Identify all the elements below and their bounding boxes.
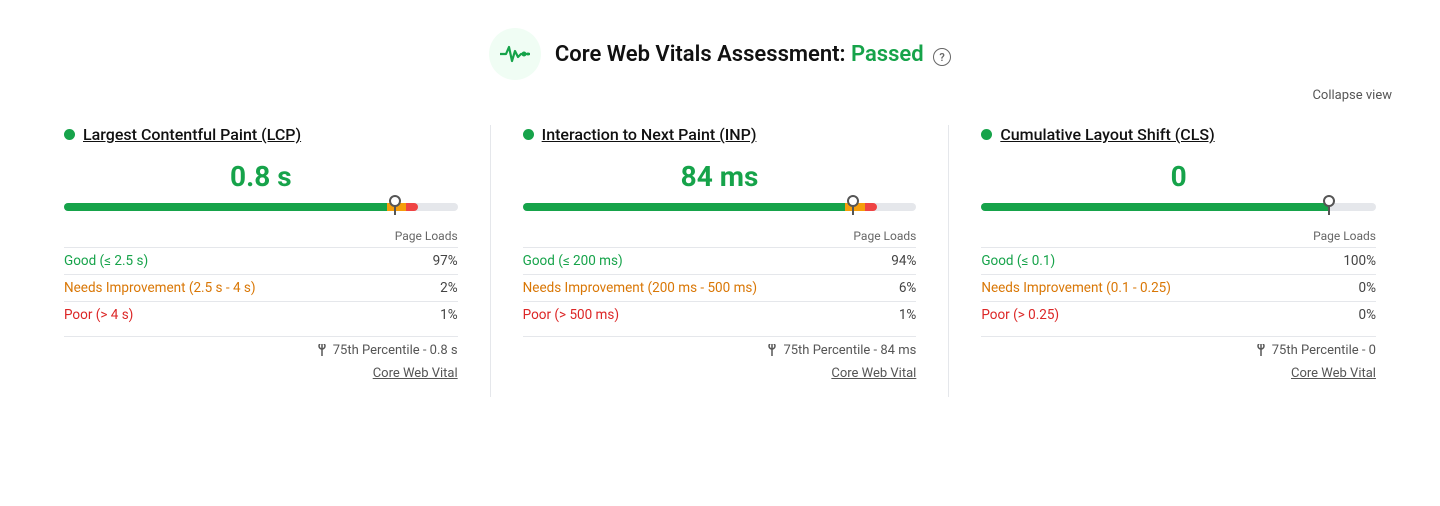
metric-name-cls[interactable]: Cumulative Layout Shift (CLS) [1000, 125, 1214, 144]
stat-label-cls-1: Needs Improvement (0.1 - 0.25) [981, 275, 1318, 302]
page-loads-label-lcp: Page Loads [64, 229, 458, 243]
percentile-marker-icon-lcp [317, 343, 329, 358]
status-dot-inp [523, 129, 534, 140]
vitals-icon [489, 28, 541, 80]
bar-green-lcp [64, 203, 387, 211]
bar-container-lcp [64, 203, 458, 221]
stat-value-inp-1: 6% [878, 275, 916, 302]
bar-track-lcp [64, 203, 458, 211]
bar-container-inp [523, 203, 917, 221]
stat-value-cls-2: 0% [1318, 302, 1376, 329]
metric-title-cls: Cumulative Layout Shift (CLS) [981, 125, 1376, 144]
bar-container-cls [981, 203, 1376, 221]
core-web-vital-link-inp[interactable]: Core Web Vital [523, 362, 917, 381]
bar-green-inp [523, 203, 846, 211]
stat-label-cls-0: Good (≤ 0.1) [981, 248, 1318, 275]
bar-green-cls [981, 203, 1328, 211]
metric-panel-inp: Interaction to Next Paint (INP) 84 ms Page… [491, 125, 950, 397]
metric-panel-cls: Cumulative Layout Shift (CLS) 0 Page Loads… [949, 125, 1408, 397]
stat-value-lcp-1: 2% [412, 275, 458, 302]
help-icon[interactable]: ? [933, 48, 951, 66]
stat-value-inp-2: 1% [878, 302, 916, 329]
stat-label-inp-0: Good (≤ 200 ms) [523, 248, 879, 275]
bar-marker-lcp [394, 199, 396, 215]
stats-table-lcp: Good (≤ 2.5 s)97%Needs Improvement (2.5 … [64, 247, 458, 328]
metric-title-lcp: Largest Contentful Paint (LCP) [64, 125, 458, 144]
table-row: Needs Improvement (2.5 s - 4 s)2% [64, 275, 458, 302]
core-web-vital-link-cls[interactable]: Core Web Vital [981, 362, 1376, 381]
header-text: Core Web Vitals Assessment: Passed ? [555, 42, 951, 67]
percentile-cls: 75th Percentile - 0 [981, 336, 1376, 362]
bar-red-inp [865, 203, 877, 211]
page-loads-label-cls: Page Loads [981, 229, 1376, 243]
table-row: Good (≤ 0.1)100% [981, 248, 1376, 275]
percentile-text-lcp: 75th Percentile - 0.8 s [333, 343, 458, 358]
table-row: Good (≤ 200 ms)94% [523, 248, 917, 275]
metric-title-inp: Interaction to Next Paint (INP) [523, 125, 917, 144]
table-row: Poor (> 4 s)1% [64, 302, 458, 329]
metric-name-lcp[interactable]: Largest Contentful Paint (LCP) [83, 125, 301, 144]
collapse-bar: Collapse view [0, 88, 1440, 115]
percentile-lcp: 75th Percentile - 0.8 s [64, 336, 458, 362]
stat-value-cls-0: 100% [1318, 248, 1376, 275]
table-row: Needs Improvement (200 ms - 500 ms)6% [523, 275, 917, 302]
stat-value-inp-0: 94% [878, 248, 916, 275]
stat-label-lcp-2: Poor (> 4 s) [64, 302, 412, 329]
bar-red-lcp [406, 203, 418, 211]
status-dot-lcp [64, 129, 75, 140]
assessment-title: Core Web Vitals Assessment: Passed ? [555, 42, 951, 67]
status-text: Passed [851, 42, 924, 67]
bar-marker-cls [1328, 199, 1330, 215]
metric-name-inp[interactable]: Interaction to Next Paint (INP) [542, 125, 757, 144]
metrics-grid: Largest Contentful Paint (LCP) 0.8 s Page … [0, 115, 1440, 417]
metric-panel-lcp: Largest Contentful Paint (LCP) 0.8 s Page … [32, 125, 491, 397]
table-row: Poor (> 500 ms)1% [523, 302, 917, 329]
metric-value-lcp: 0.8 s [64, 160, 458, 193]
bar-track-cls [981, 203, 1376, 211]
stat-label-lcp-0: Good (≤ 2.5 s) [64, 248, 412, 275]
percentile-text-inp: 75th Percentile - 84 ms [783, 343, 916, 358]
stats-table-cls: Good (≤ 0.1)100%Needs Improvement (0.1 -… [981, 247, 1376, 328]
title-text: Core Web Vitals Assessment: [555, 42, 846, 67]
stat-value-cls-1: 0% [1318, 275, 1376, 302]
core-web-vital-link-lcp[interactable]: Core Web Vital [64, 362, 458, 381]
bar-marker-inp [852, 199, 854, 215]
stat-value-lcp-0: 97% [412, 248, 458, 275]
page-loads-label-inp: Page Loads [523, 229, 917, 243]
table-row: Needs Improvement (0.1 - 0.25)0% [981, 275, 1376, 302]
percentile-marker-icon-cls [1256, 343, 1268, 358]
stat-label-inp-2: Poor (> 500 ms) [523, 302, 879, 329]
collapse-link[interactable]: Collapse view [1312, 88, 1392, 103]
metric-value-inp: 84 ms [523, 160, 917, 193]
percentile-inp: 75th Percentile - 84 ms [523, 336, 917, 362]
bar-track-inp [523, 203, 917, 211]
stat-label-cls-2: Poor (> 0.25) [981, 302, 1318, 329]
percentile-text-cls: 75th Percentile - 0 [1272, 343, 1376, 358]
stat-label-lcp-1: Needs Improvement (2.5 s - 4 s) [64, 275, 412, 302]
status-dot-cls [981, 129, 992, 140]
table-row: Good (≤ 2.5 s)97% [64, 248, 458, 275]
stat-value-lcp-2: 1% [412, 302, 458, 329]
table-row: Poor (> 0.25)0% [981, 302, 1376, 329]
stats-table-inp: Good (≤ 200 ms)94%Needs Improvement (200… [523, 247, 917, 328]
percentile-marker-icon-inp [767, 343, 779, 358]
stat-label-inp-1: Needs Improvement (200 ms - 500 ms) [523, 275, 879, 302]
header: Core Web Vitals Assessment: Passed ? [0, 0, 1440, 88]
metric-value-cls: 0 [981, 160, 1376, 193]
